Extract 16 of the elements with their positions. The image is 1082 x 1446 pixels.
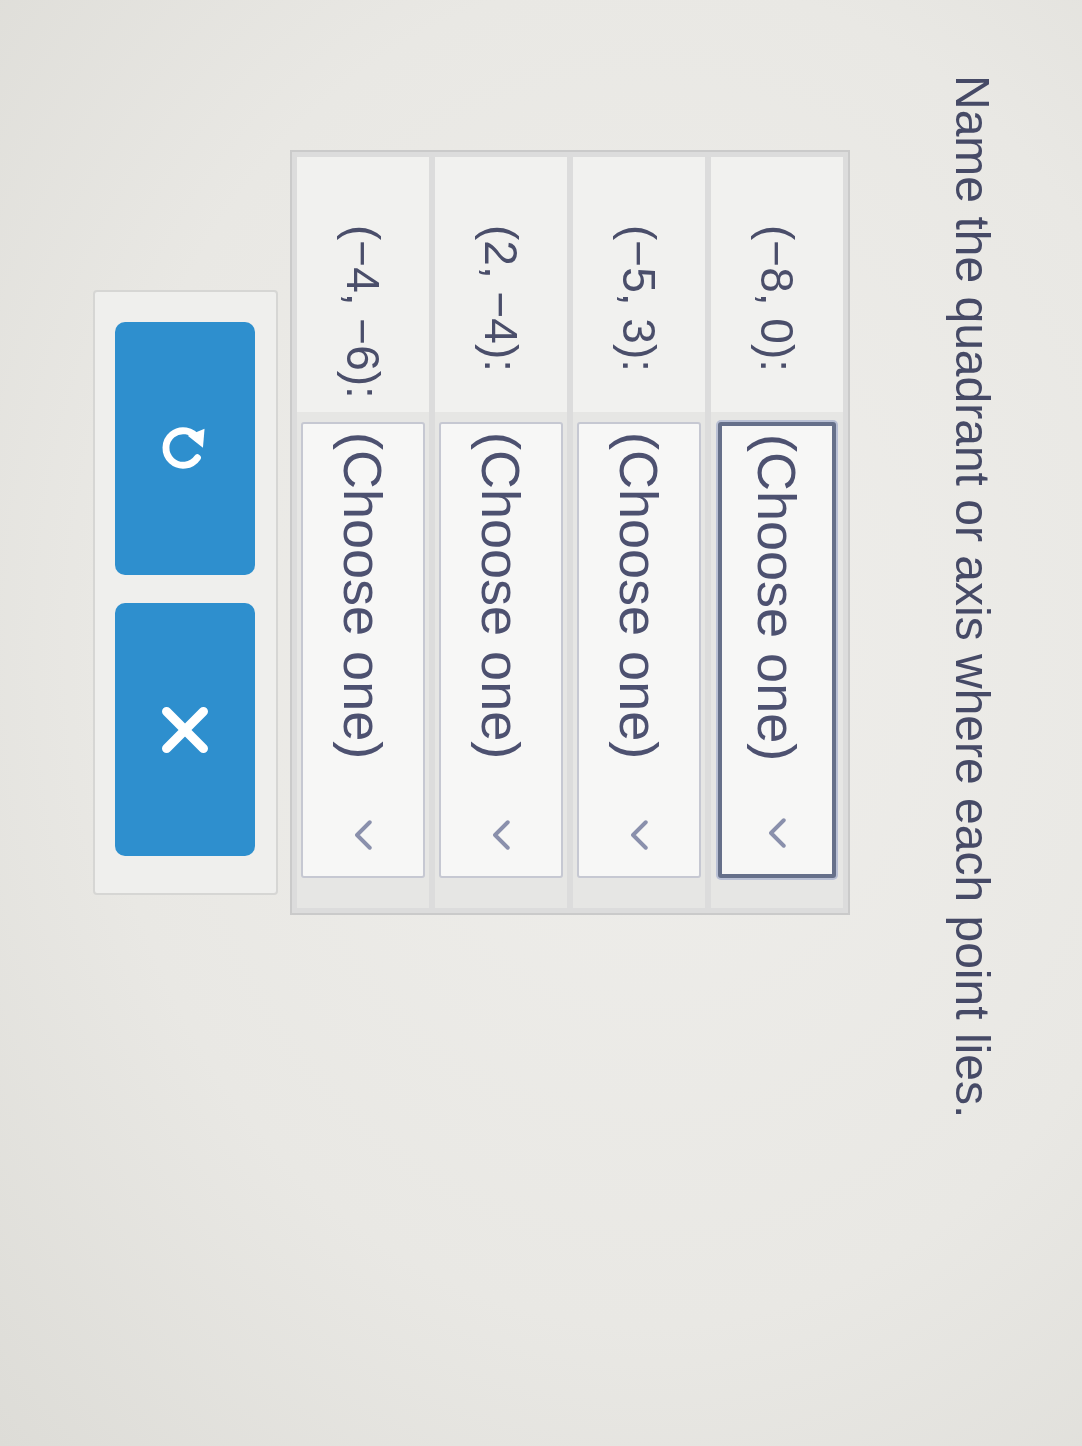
chevron-down-icon (768, 818, 786, 848)
dropdown[interactable]: (Choose one) (718, 422, 836, 878)
point-cell: (2, −4): (435, 157, 567, 412)
point-cell: (−8, 0): (711, 157, 843, 412)
undo-button[interactable] (115, 322, 256, 575)
clear-button[interactable] (115, 603, 256, 856)
chevron-down-icon (354, 820, 372, 850)
dropdown[interactable]: (Choose one) (301, 422, 425, 878)
point-cell: (−5, 3): (573, 157, 705, 412)
dropdown[interactable]: (Choose one) (439, 422, 563, 878)
dropdown[interactable]: (Choose one) (577, 422, 701, 878)
x-icon (162, 706, 209, 753)
chevron-down-icon (630, 820, 648, 850)
point-cell: (−4, −6): (297, 157, 429, 412)
prompt-text: Name the quadrant or axis where each point lies. (945, 75, 1000, 1119)
chevron-down-icon (492, 820, 510, 850)
